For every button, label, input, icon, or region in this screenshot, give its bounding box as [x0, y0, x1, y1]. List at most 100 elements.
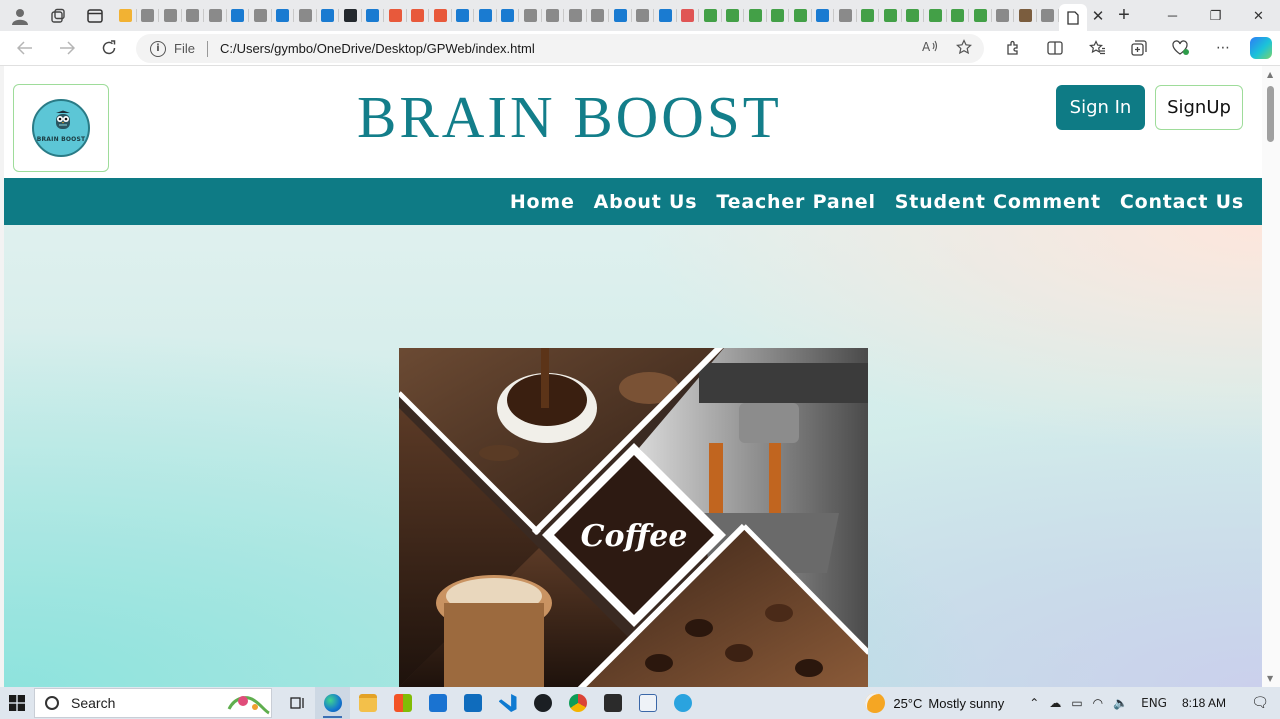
scroll-down-arrow[interactable]: ▼ — [1267, 674, 1273, 683]
github-icon[interactable] — [525, 687, 560, 719]
outlook-icon[interactable] — [455, 687, 490, 719]
wifi-icon[interactable]: ◠ — [1093, 696, 1103, 710]
volume-icon[interactable]: 🔈 — [1113, 696, 1128, 710]
chrome-icon[interactable] — [560, 687, 595, 719]
extensions-icon[interactable] — [992, 40, 1034, 56]
nav-teacher-panel[interactable]: Teacher Panel — [716, 191, 875, 213]
sign-up-button[interactable]: SignUp — [1155, 85, 1243, 130]
browser-tab[interactable] — [362, 0, 385, 31]
browser-tab[interactable] — [609, 0, 632, 31]
browser-tab[interactable] — [564, 0, 587, 31]
edge-taskbar-icon[interactable] — [315, 687, 350, 719]
browser-tab[interactable] — [384, 0, 407, 31]
browser-tab[interactable] — [317, 0, 340, 31]
onedrive-icon[interactable]: ☁ — [1049, 696, 1061, 710]
close-tab-button[interactable]: ✕ — [1087, 0, 1109, 31]
split-screen-icon[interactable] — [1034, 40, 1076, 55]
browser-tab[interactable] — [204, 0, 227, 31]
copilot-icon[interactable] — [1250, 36, 1272, 59]
browser-tab[interactable] — [587, 0, 610, 31]
battery-icon[interactable]: ▭ — [1071, 696, 1082, 710]
read-aloud-icon[interactable]: A — [922, 39, 938, 59]
browser-tab[interactable] — [947, 0, 970, 31]
file-explorer-icon[interactable] — [350, 687, 385, 719]
minimize-button[interactable]: ─ — [1151, 0, 1194, 31]
nav-student-comment[interactable]: Student Comment — [895, 191, 1101, 213]
vscode-icon[interactable] — [490, 687, 525, 719]
browser-tab[interactable] — [339, 0, 362, 31]
settings-more-icon[interactable]: ⋯ — [1202, 40, 1244, 56]
task-view-button[interactable] — [280, 687, 315, 719]
nav-about-us[interactable]: About Us — [594, 191, 698, 213]
mail-icon[interactable] — [420, 687, 455, 719]
restore-button[interactable]: ❐ — [1194, 0, 1237, 31]
browser-tab[interactable] — [227, 0, 250, 31]
start-button[interactable] — [0, 687, 34, 719]
info-icon[interactable]: i — [150, 40, 166, 57]
taskbar-clock[interactable]: 8:18 AM — [1182, 696, 1226, 710]
language-indicator[interactable]: ENG — [1141, 696, 1167, 710]
refresh-button[interactable] — [88, 32, 130, 64]
browser-tab[interactable] — [857, 0, 880, 31]
browser-tab[interactable] — [429, 0, 452, 31]
sign-in-button[interactable]: Sign In — [1056, 85, 1145, 130]
url-text[interactable]: C:/Users/gymbo/OneDrive/Desktop/GPWeb/in… — [220, 41, 535, 56]
new-tab-button[interactable]: + — [1109, 0, 1139, 31]
browser-tab[interactable] — [834, 0, 857, 31]
browser-tab[interactable] — [677, 0, 700, 31]
nav-home[interactable]: Home — [510, 191, 575, 213]
browser-tab[interactable] — [159, 0, 182, 31]
browser-tab[interactable] — [1037, 0, 1060, 31]
browser-tab[interactable] — [497, 0, 520, 31]
site-logo[interactable]: BRAIN BOOST — [13, 84, 109, 172]
browser-essentials-icon[interactable] — [1160, 39, 1202, 56]
browser-tab[interactable] — [519, 0, 542, 31]
browser-tab[interactable] — [407, 0, 430, 31]
browser-tab[interactable] — [452, 0, 475, 31]
browser-tab[interactable] — [789, 0, 812, 31]
browser-tab[interactable] — [812, 0, 835, 31]
browser-tab[interactable] — [744, 0, 767, 31]
browser-tab[interactable] — [992, 0, 1015, 31]
browser-tab[interactable] — [969, 0, 992, 31]
browser-tab[interactable] — [902, 0, 925, 31]
scroll-up-arrow[interactable]: ▲ — [1267, 70, 1273, 79]
terminal-icon[interactable] — [595, 687, 630, 719]
tab-active[interactable] — [1059, 4, 1087, 31]
browser-tab[interactable] — [1014, 0, 1037, 31]
address-bar[interactable]: i File C:/Users/gymbo/OneDrive/Desktop/G… — [136, 34, 984, 63]
back-button[interactable] — [4, 32, 46, 64]
notification-icon[interactable]: 🗨 — [1240, 687, 1280, 719]
browser-tab[interactable] — [182, 0, 205, 31]
browser-tab[interactable] — [879, 0, 902, 31]
page-scrollbar[interactable]: ▲ ▼ — [1262, 66, 1280, 687]
collections-icon[interactable] — [1118, 39, 1160, 56]
browser-tab[interactable] — [137, 0, 160, 31]
browser-tab[interactable] — [249, 0, 272, 31]
browser-tab[interactable] — [767, 0, 790, 31]
browser-tab[interactable] — [542, 0, 565, 31]
browser-tab[interactable] — [632, 0, 655, 31]
browser-tab[interactable] — [474, 0, 497, 31]
favorites-icon[interactable] — [1076, 39, 1118, 56]
browser-tab[interactable] — [722, 0, 745, 31]
forward-button[interactable] — [46, 32, 88, 64]
pen-app-icon[interactable] — [630, 687, 665, 719]
browser-tab[interactable] — [294, 0, 317, 31]
browser-tab[interactable] — [272, 0, 295, 31]
taskbar-search[interactable]: Search — [34, 688, 272, 718]
browser-tab[interactable] — [114, 0, 137, 31]
favorite-star-icon[interactable] — [956, 39, 972, 59]
browser-tab[interactable] — [924, 0, 947, 31]
store-icon[interactable] — [385, 687, 420, 719]
workspaces-icon[interactable] — [40, 0, 76, 31]
weather-widget[interactable]: 25°C Mostly sunny — [865, 693, 1004, 713]
browser-tab[interactable] — [654, 0, 677, 31]
nav-contact-us[interactable]: Contact Us — [1120, 191, 1244, 213]
tab-actions-icon[interactable] — [76, 0, 114, 31]
scrollbar-thumb[interactable] — [1267, 86, 1274, 142]
close-window-button[interactable]: ✕ — [1237, 0, 1280, 31]
profile-icon[interactable] — [0, 0, 40, 31]
show-hidden-icons-icon[interactable]: ⌃ — [1029, 696, 1039, 710]
browser-tab[interactable] — [699, 0, 722, 31]
